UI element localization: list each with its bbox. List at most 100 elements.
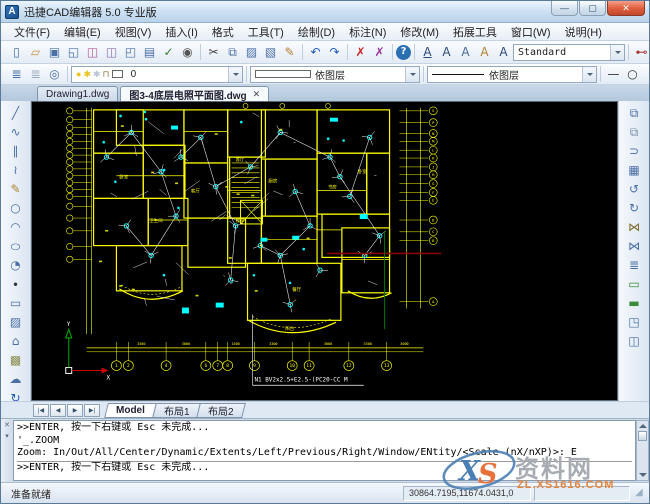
menu-item[interactable]: 窗口(W) [504,23,558,41]
open-file-button[interactable]: ▱ [26,43,45,61]
cad-drawing[interactable]: 卧室客厅厨房楼梯餐厅书房卫生间卧室阳台客厅1246789101112133300… [32,102,617,400]
plot-style-button[interactable]: ○ [623,65,642,83]
undo-button[interactable]: ↶ [306,43,325,61]
menu-item[interactable]: 绘制(D) [291,23,342,41]
ellipse-button[interactable]: ○ [4,236,28,255]
combo-dropdown-icon[interactable] [610,45,624,60]
minimize-button[interactable]: — [551,1,578,16]
offset-button[interactable]: ⊃ [622,141,646,160]
color-combo-dropdown-icon[interactable] [405,67,419,82]
color-combo[interactable]: 依图层 [250,66,420,83]
layout-tab-布局2[interactable]: 布局2 [197,403,246,418]
polyline-button[interactable]: ∿ [4,122,28,141]
mirror-vertical-button[interactable]: ⋈ [622,236,646,255]
text-single-line-button[interactable]: A [418,43,437,61]
circle-button[interactable]: ○ [4,198,28,217]
menu-item[interactable]: 插入(I) [158,23,204,41]
new-file-button[interactable]: ▯ [7,43,26,61]
document-tab[interactable]: Drawing1.dwg [37,86,118,101]
cut-button[interactable]: ✂ [204,43,223,61]
pan-regen-button[interactable]: ↻ [4,388,28,401]
save-as-button[interactable]: ◱ [64,43,83,61]
scroll-down-icon[interactable] [639,473,647,477]
linetype-combo[interactable]: 依图层 [427,66,597,83]
status-toggles[interactable] [534,486,630,501]
page-setup-button[interactable]: ▤ [140,43,159,61]
drawing-canvas[interactable]: 卧室客厅厨房楼梯餐厅书房卫生间卧室阳台客厅1246789101112133300… [31,101,618,401]
layer-off-button[interactable]: ≣ [26,65,45,83]
lineweight-button[interactable]: — [604,65,623,83]
break-button[interactable]: ◫ [622,331,646,350]
dimension-style-button[interactable]: ⊷ [632,43,649,61]
ellipse-arc-button[interactable]: ◔ [4,255,28,274]
sketch-button[interactable]: ✎ [4,179,28,198]
menu-item[interactable]: 视图(V) [108,23,159,41]
mirror-button[interactable]: ⋈ [622,217,646,236]
layout-nav-button[interactable]: ▶ [67,404,83,417]
command-panel-control-icon[interactable]: ✕ [4,421,10,429]
hatch-button[interactable]: ▨ [4,312,28,331]
multiline-button[interactable]: ∥ [4,141,28,160]
layout-nav-button[interactable]: |◀ [33,404,49,417]
polygon-button[interactable]: ⌂ [4,331,28,350]
text-style-button[interactable]: A [494,43,513,61]
line-button[interactable]: ╱ [4,103,28,122]
text-color-button[interactable]: A [475,43,494,61]
linetype-combo-dropdown-icon[interactable] [582,67,596,82]
layer-combo-dropdown-icon[interactable] [228,67,242,82]
scroll-up-icon[interactable] [639,424,647,428]
command-scrollbar[interactable] [636,420,649,481]
print-preview-button[interactable]: ◰ [121,43,140,61]
scrollbar-thumb[interactable] [638,431,647,441]
redo-button[interactable]: ↷ [325,43,344,61]
text-edit-button[interactable]: A [456,43,475,61]
extend-3d-button[interactable]: ◳ [622,312,646,331]
revision-cloud-button[interactable]: ☁ [4,369,28,388]
delete-button[interactable]: ✗ [351,43,370,61]
tab-close-icon[interactable]: ✕ [253,89,261,100]
region-button[interactable]: ▩ [4,350,28,369]
format-painter-button[interactable]: ✎ [280,43,299,61]
print-button[interactable]: ◫ [83,43,102,61]
save-button[interactable]: ▣ [45,43,64,61]
copy-object-button[interactable]: ⧉ [622,103,646,122]
point-button[interactable]: ∙ [4,274,28,293]
text-style-combo[interactable]: Standard [513,44,625,61]
close-button[interactable]: ✕ [607,1,645,16]
paste-button[interactable]: ▨ [242,43,261,61]
array-button[interactable]: ▦ [622,160,646,179]
copy-button[interactable]: ⧉ [223,43,242,61]
rotate-right-button[interactable]: ↻ [622,198,646,217]
layout-nav-button[interactable]: ◀ [50,404,66,417]
layout-tab-布局1[interactable]: 布局1 [152,403,201,418]
menu-item[interactable]: 修改(M) [393,23,446,41]
layout-tab-model[interactable]: Model [104,403,157,418]
purge-button[interactable]: ✗ [370,43,389,61]
maximize-button[interactable]: ▢ [579,1,606,16]
menu-item[interactable]: 工具(T) [241,23,291,41]
layout-nav-button[interactable]: ▶| [84,404,100,417]
help-button[interactable]: ? [396,45,411,60]
menu-item[interactable]: 说明(H) [558,23,609,41]
layer-search-button[interactable]: ◎ [45,65,64,83]
menu-item[interactable]: 编辑(E) [57,23,108,41]
layer-properties-button[interactable]: ≣ [7,65,26,83]
text-multiline-button[interactable]: A [437,43,456,61]
resize-grip[interactable]: ◢ [635,487,647,499]
arc-button[interactable]: ◠ [4,217,28,236]
menu-item[interactable]: 拓展工具 [446,23,504,41]
align-button[interactable]: ≣ [622,255,646,274]
command-history[interactable]: >>ENTER, 按一下右键或 Esc 未完成...'_.ZOOMZoom: I… [13,420,636,481]
rotate-left-button[interactable]: ↺ [622,179,646,198]
spline-button[interactable]: ≀ [4,160,28,179]
find-button[interactable]: ◉ [178,43,197,61]
paste-special-button[interactable]: ▧ [261,43,280,61]
spell-check-button[interactable]: ✓ [159,43,178,61]
quick-print-button[interactable]: ◫ [102,43,121,61]
command-panel-control-icon[interactable]: ▾ [5,432,9,440]
menu-item[interactable]: 文件(F) [7,23,57,41]
stretch-button[interactable]: ▬ [622,293,646,312]
rectangle-button[interactable]: ▭ [4,293,28,312]
menu-item[interactable]: 格式 [205,23,241,41]
menu-item[interactable]: 标注(N) [342,23,393,41]
